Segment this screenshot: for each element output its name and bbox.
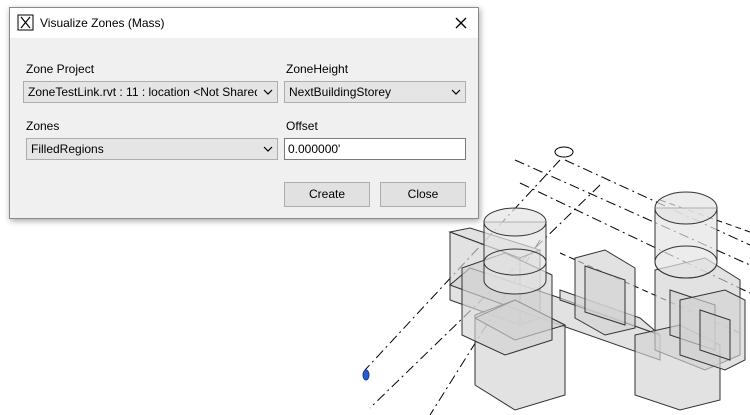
create-button[interactable]: Create bbox=[284, 182, 370, 207]
offset-input[interactable] bbox=[288, 141, 458, 157]
zone-height-value: NextBuildingStorey bbox=[289, 85, 392, 99]
zone-project-label: Zone Project bbox=[26, 62, 95, 76]
visualize-zones-dialog: Visualize Zones (Mass) Zone Project Zone… bbox=[9, 7, 479, 219]
chevron-down-icon bbox=[263, 146, 273, 152]
offset-field[interactable] bbox=[284, 138, 466, 160]
chevron-down-icon bbox=[263, 89, 273, 95]
zones-label: Zones bbox=[26, 119, 60, 133]
zone-height-label: ZoneHeight bbox=[286, 62, 349, 76]
close-icon[interactable] bbox=[450, 12, 472, 34]
zone-project-select[interactable]: ZoneTestLink.rvt : 11 : location <Not Sh… bbox=[23, 81, 278, 103]
title-bar[interactable]: Visualize Zones (Mass) bbox=[10, 8, 478, 38]
chevron-down-icon bbox=[451, 89, 461, 95]
zone-project-value: ZoneTestLink.rvt : 11 : location <Not Sh… bbox=[28, 85, 257, 99]
zones-value: FilledRegions bbox=[31, 142, 104, 156]
close-box-icon bbox=[17, 14, 34, 31]
dialog-title: Visualize Zones (Mass) bbox=[40, 16, 165, 30]
zones-select[interactable]: FilledRegions bbox=[26, 138, 278, 160]
zone-height-select[interactable]: NextBuildingStorey bbox=[284, 81, 466, 103]
offset-label: Offset bbox=[286, 119, 318, 133]
close-button[interactable]: Close bbox=[380, 182, 466, 207]
